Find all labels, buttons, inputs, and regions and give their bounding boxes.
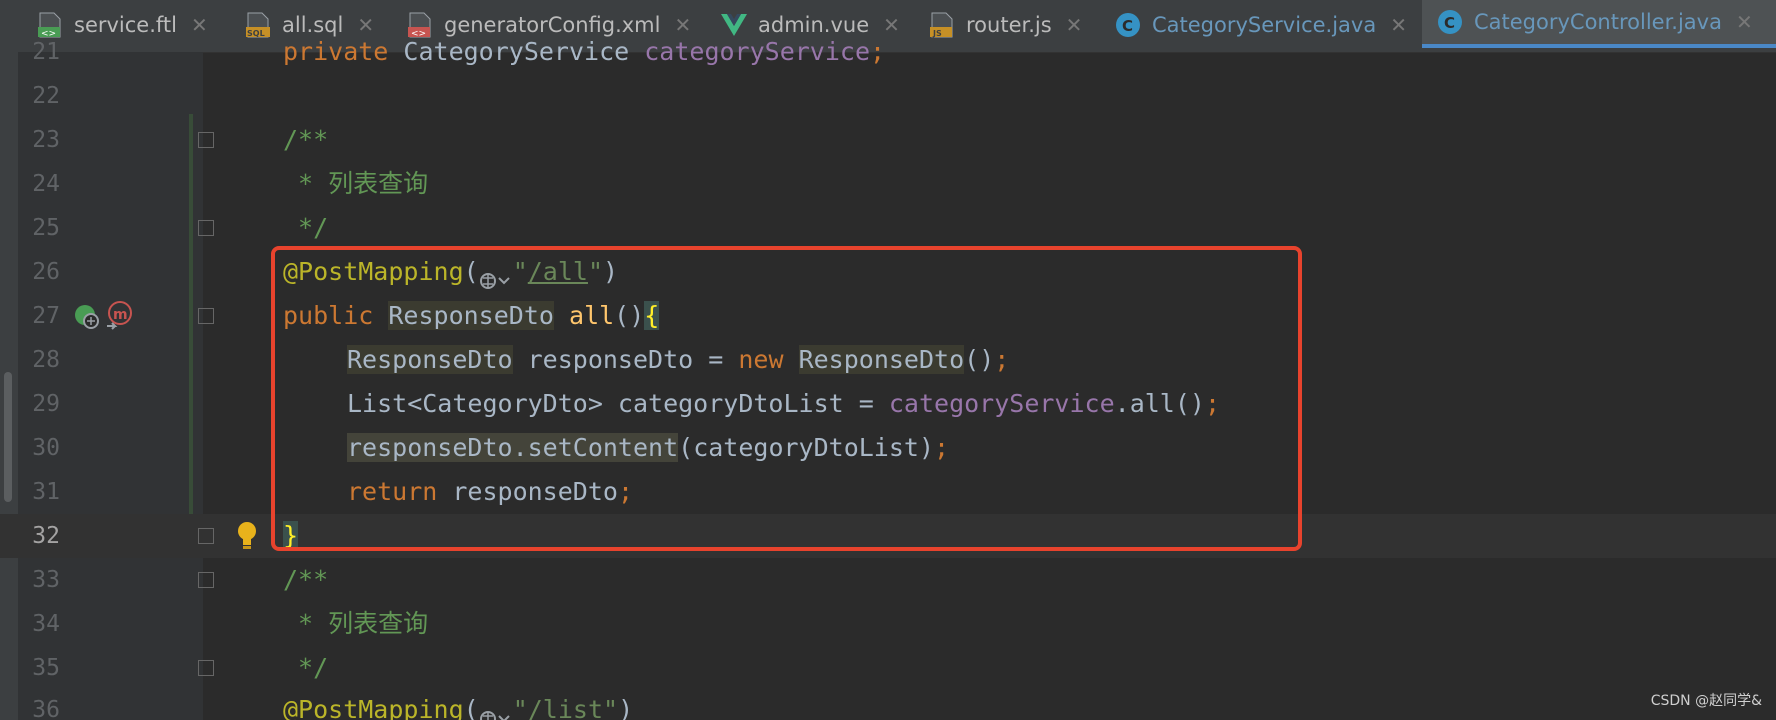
line-number: 33 xyxy=(32,567,60,593)
code-line: 35 */ xyxy=(0,646,1776,690)
line-number: 24 xyxy=(32,171,60,197)
line-number: 36 xyxy=(32,697,60,720)
fold-icon[interactable] xyxy=(198,528,214,544)
endpoint-gutter-icon[interactable] xyxy=(72,302,102,336)
code-text: @PostMapping("/list") xyxy=(283,688,633,720)
code-line: 22 xyxy=(0,74,1776,118)
line-number: 29 xyxy=(32,391,60,417)
line-number: 30 xyxy=(32,435,60,461)
highlight-annotation-box xyxy=(271,246,1302,551)
svg-text:m: m xyxy=(113,307,128,323)
code-line: 33 /** xyxy=(0,558,1776,602)
line-number: 21 xyxy=(32,39,60,65)
line-number: 32 xyxy=(32,523,60,549)
fold-icon[interactable] xyxy=(198,572,214,588)
code-line: 23 /** xyxy=(0,118,1776,162)
line-number: 34 xyxy=(32,611,60,637)
code-line: 34 * 列表查询 xyxy=(0,602,1776,646)
code-text: private CategoryService categoryService; xyxy=(283,37,886,66)
line-number: 31 xyxy=(32,479,60,505)
fold-icon[interactable] xyxy=(198,220,214,236)
code-text: /** xyxy=(283,125,329,154)
line-number: 23 xyxy=(32,127,60,153)
spring-bean-icon[interactable]: m xyxy=(104,300,134,336)
code-text: * 列表查询 xyxy=(283,169,429,198)
line-number: 27 xyxy=(32,303,60,329)
fold-icon[interactable] xyxy=(198,660,214,676)
code-line: 21 private CategoryService categoryServi… xyxy=(0,30,1776,74)
code-line: 24 * 列表查询 xyxy=(0,162,1776,206)
web-endpoint-icon[interactable] xyxy=(479,700,513,720)
code-text: */ xyxy=(283,653,329,682)
line-number: 26 xyxy=(32,259,60,285)
lightbulb-icon[interactable] xyxy=(234,520,260,556)
line-number: 28 xyxy=(32,347,60,373)
line-number: 35 xyxy=(32,655,60,681)
fold-icon[interactable] xyxy=(198,308,214,324)
code-text: */ xyxy=(283,213,329,242)
code-line: 36 @PostMapping("/list") xyxy=(0,688,1776,720)
code-line: 25 */ xyxy=(0,206,1776,250)
code-text: /** xyxy=(283,565,329,594)
code-text: * 列表查询 xyxy=(283,609,429,638)
watermark: CSDN @赵同学& xyxy=(1650,693,1762,709)
fold-icon[interactable] xyxy=(198,132,214,148)
line-number: 22 xyxy=(32,83,60,109)
line-number: 25 xyxy=(32,215,60,241)
